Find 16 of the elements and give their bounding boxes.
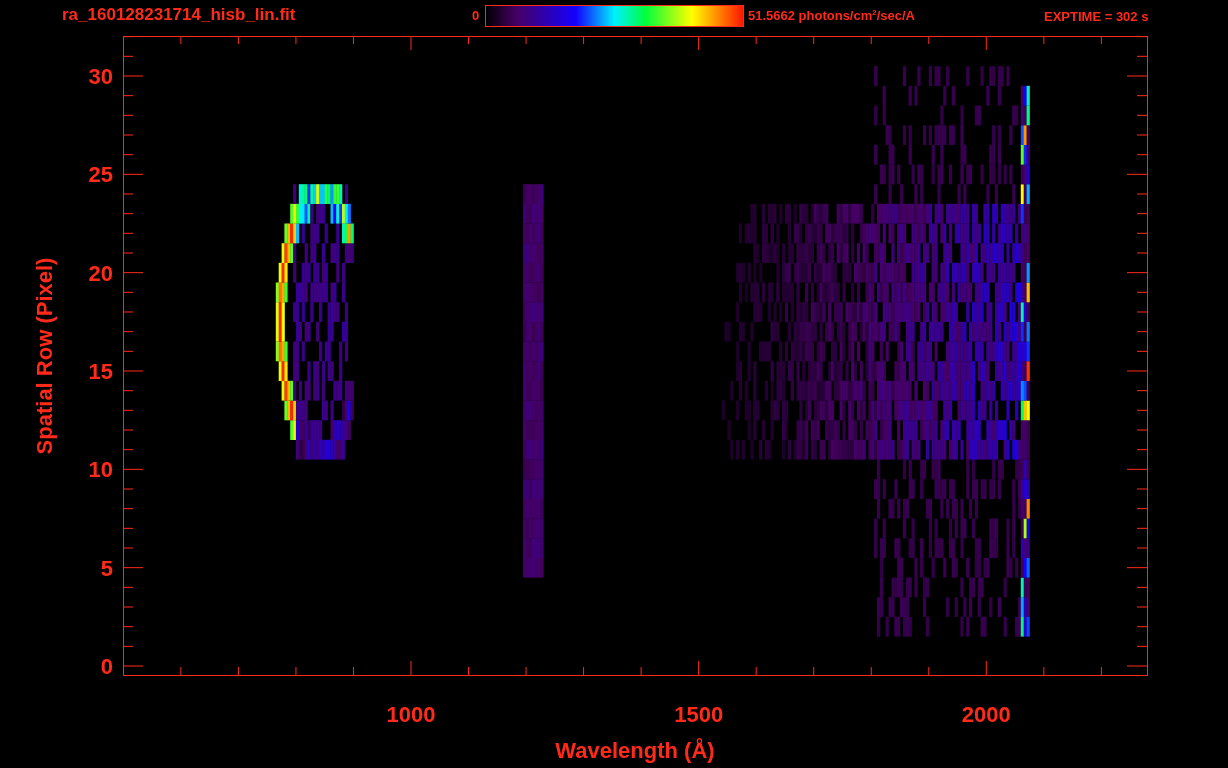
y-tick-label: 5 xyxy=(100,555,113,581)
x-axis-title: Wavelength (Å) xyxy=(555,738,715,763)
y-tick-label: 15 xyxy=(88,359,113,384)
exposure-time: EXPTIME = 302 s xyxy=(1044,10,1149,23)
y-tick-label: 0 xyxy=(100,654,113,679)
y-axis-title: Spatial Row (Pixel) xyxy=(32,257,57,455)
y-tick-label: 25 xyxy=(88,162,113,188)
x-tick-label: 1500 xyxy=(674,702,724,727)
colorbar-max-label: 51.5662 photons/cm$^{2}$/sec/A xyxy=(748,9,915,23)
y-tick-label: 10 xyxy=(88,457,113,483)
x-tick-label: 1000 xyxy=(386,702,436,727)
x-tick-label: 2000 xyxy=(961,702,1011,727)
y-tick-label: 20 xyxy=(88,260,113,286)
y-tick-label: 30 xyxy=(88,64,113,89)
colorbar-min-label: 0 xyxy=(472,9,480,22)
file-name: ra_160128231714_hisb_lin.fit xyxy=(62,6,296,23)
